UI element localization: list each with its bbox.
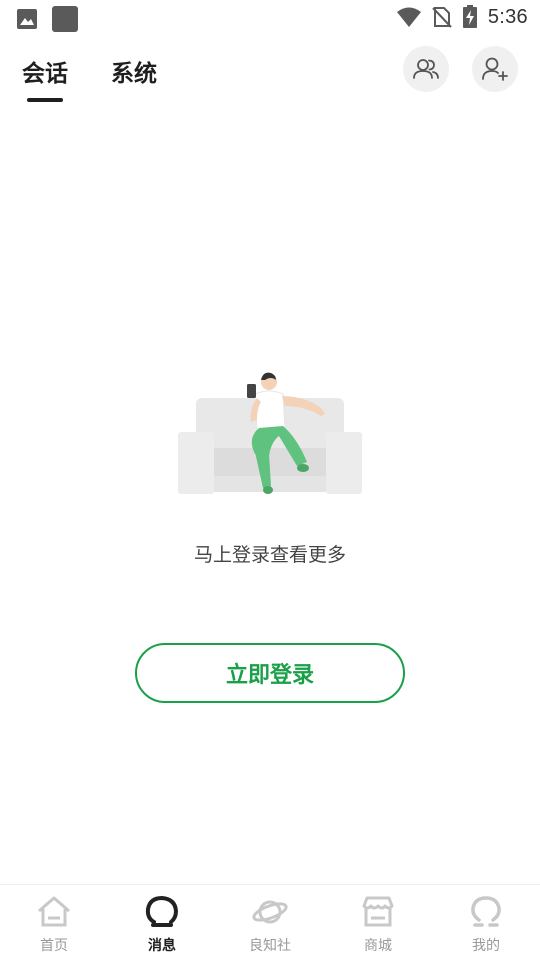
tab-chat[interactable]: 会话 [22,54,68,88]
no-sim-icon [432,7,452,28]
status-time: 5:36 [487,5,528,28]
nav-label-home: 首页 [40,938,68,954]
nav-item-community[interactable]: 良知社 [216,885,324,960]
empty-state-message: 马上登录查看更多 [193,544,346,566]
tab-system[interactable]: 系统 [111,54,157,88]
image-icon [17,9,37,29]
app-square-icon [52,6,78,32]
login-now-button[interactable]: 立即登录 [135,643,405,703]
battery-charging-icon [462,5,477,28]
wifi-icon [396,7,421,27]
profile-icon [471,896,501,927]
planet-icon [252,900,288,924]
add-friend-icon [482,57,508,81]
add-friend-button[interactable] [472,46,518,92]
nav-item-profile[interactable]: 我的 [432,885,540,960]
home-icon [38,896,70,927]
nav-item-messages[interactable]: 消息 [108,885,216,960]
nav-label-store: 商城 [364,938,392,954]
login-now-label: 立即登录 [225,663,314,688]
active-tab-indicator [27,98,63,102]
nav-item-home[interactable]: 首页 [0,885,108,960]
person-on-sofa-illustration [178,372,362,494]
group-icon [413,59,439,79]
message-header: 会话 系统 [0,40,540,110]
nav-label-profile: 我的 [472,938,500,954]
nav-label-messages: 消息 [148,938,176,954]
bottom-nav: 首页 消息 良知社 商城 我的 [0,884,540,960]
store-icon [362,896,394,927]
group-button[interactable] [403,46,449,92]
message-icon [145,895,179,927]
status-bar: 5:36 [0,0,540,36]
nav-label-community: 良知社 [249,938,291,954]
nav-item-store[interactable]: 商城 [324,885,432,960]
